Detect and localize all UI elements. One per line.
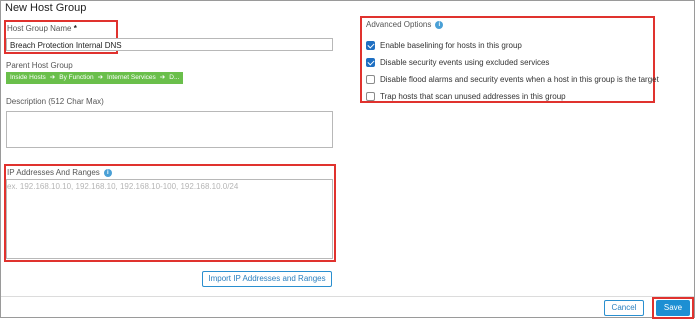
footer-divider: [1, 296, 694, 297]
advanced-options-label-text: Advanced Options: [366, 20, 432, 29]
checkbox-checked[interactable]: [366, 58, 375, 67]
option-disable-security-events[interactable]: Disable security events using excluded s…: [366, 58, 549, 67]
info-icon[interactable]: i: [435, 20, 444, 29]
checkbox-checked[interactable]: [366, 41, 375, 50]
crumb-item: Internet Services: [107, 74, 156, 81]
parent-host-group-tag[interactable]: Inside Hosts ➔ By Function ➔ Internet Se…: [6, 72, 184, 84]
checkbox-unchecked[interactable]: [366, 92, 375, 101]
info-icon[interactable]: i: [103, 168, 112, 177]
option-trap-hosts[interactable]: Trap hosts that scan unused addresses in…: [366, 92, 566, 101]
description-label: Description (512 Char Max): [6, 97, 104, 106]
new-host-group-dialog: New Host Group Host Group Name * Breach …: [0, 0, 695, 319]
advanced-options-label: Advanced Options i: [366, 20, 444, 29]
save-button[interactable]: Save: [656, 300, 690, 316]
arrow-right-icon: ➔: [49, 74, 56, 81]
crumb-item: D...: [169, 74, 180, 81]
crumb-item: By Function: [59, 74, 94, 81]
option-disable-flood-alarms[interactable]: Disable flood alarms and security events…: [366, 75, 659, 84]
option-label: Disable flood alarms and security events…: [380, 75, 659, 84]
ip-ranges-label-text: IP Addresses And Ranges: [7, 168, 100, 177]
option-label: Disable security events using excluded s…: [380, 58, 550, 67]
host-group-name-input[interactable]: Breach Protection Internal DNS: [6, 38, 333, 51]
checkbox-unchecked[interactable]: [366, 75, 375, 84]
ip-ranges-label: IP Addresses And Ranges i: [7, 168, 112, 177]
dialog-title: New Host Group: [5, 2, 87, 14]
ip-ranges-placeholder: ex. 192.168.10.10, 192.168.10, 192.168.1…: [7, 182, 239, 191]
crumb-item: Inside Hosts: [10, 74, 46, 81]
option-enable-baselining[interactable]: Enable baselining for hosts in this grou…: [366, 41, 522, 50]
arrow-right-icon: ➔: [159, 74, 166, 81]
parent-host-group-label: Parent Host Group: [6, 61, 73, 70]
option-label: Trap hosts that scan unused addresses in…: [380, 92, 566, 101]
cancel-button[interactable]: Cancel: [604, 300, 644, 316]
import-ip-ranges-button[interactable]: Import IP Addresses and Ranges: [202, 271, 332, 287]
ip-ranges-textarea[interactable]: [6, 179, 333, 259]
host-group-name-label: Host Group Name *: [7, 24, 77, 33]
description-textarea[interactable]: [6, 111, 333, 148]
host-group-name-label-text: Host Group Name: [7, 24, 72, 33]
arrow-right-icon: ➔: [97, 74, 104, 81]
required-asterisk: *: [73, 24, 77, 33]
option-label: Enable baselining for hosts in this grou…: [380, 41, 522, 50]
